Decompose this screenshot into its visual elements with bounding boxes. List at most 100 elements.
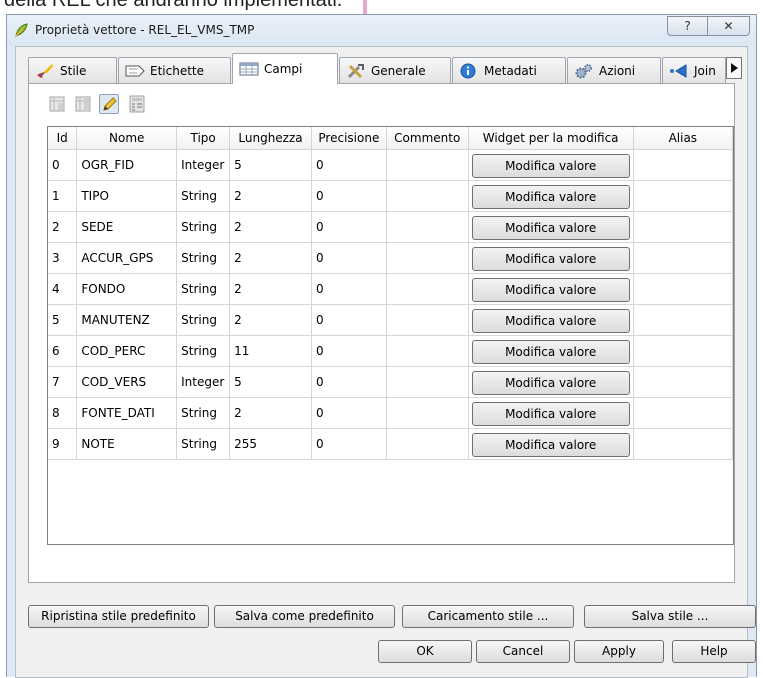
tab-metadati[interactable]: Metadati	[452, 57, 566, 83]
cell-lunghezza[interactable]: 2	[229, 180, 312, 212]
modifica-valore-button[interactable]: Modifica valore	[471, 308, 630, 333]
cell-nome[interactable]: NOTE	[76, 428, 178, 460]
column-header[interactable]: Id	[48, 127, 78, 150]
cell-nome[interactable]: OGR_FID	[76, 149, 178, 181]
table-row[interactable]: 0 OGR_FID Integer 5 0 Modifica valore	[48, 149, 733, 181]
cell-tipo[interactable]: Integer	[176, 149, 231, 181]
cell-nome[interactable]: TIPO	[76, 180, 178, 212]
cell-precisione[interactable]: 0	[311, 149, 387, 181]
apply-button[interactable]: Apply	[574, 640, 664, 663]
tab-campi[interactable]: Campi	[232, 53, 338, 84]
cell-precisione[interactable]: 0	[311, 397, 387, 429]
cell-tipo[interactable]: String	[176, 428, 231, 460]
table-row[interactable]: 3 ACCUR_GPS String 2 0 Modifica valore	[48, 242, 733, 274]
cell-lunghezza[interactable]: 2	[229, 304, 312, 336]
cell-alias[interactable]	[633, 149, 733, 181]
cell-id[interactable]: 4	[48, 273, 78, 305]
cell-lunghezza[interactable]: 2	[229, 242, 312, 274]
cell-nome[interactable]: SEDE	[76, 211, 178, 243]
cell-alias[interactable]	[633, 335, 733, 367]
cell-tipo[interactable]: String	[176, 180, 231, 212]
cell-tipo[interactable]: String	[176, 304, 231, 336]
column-header[interactable]: Tipo	[176, 127, 231, 150]
cell-id[interactable]: 7	[48, 366, 78, 398]
cell-lunghezza[interactable]: 2	[229, 397, 312, 429]
cell-precisione[interactable]: 0	[311, 242, 387, 274]
cell-id[interactable]: 9	[48, 428, 78, 460]
cell-commento[interactable]	[386, 335, 469, 367]
table-row[interactable]: 4 FONDO String 2 0 Modifica valore	[48, 273, 733, 305]
cell-tipo[interactable]: String	[176, 211, 231, 243]
cell-id[interactable]: 6	[48, 335, 78, 367]
modifica-valore-button[interactable]: Modifica valore	[471, 153, 630, 178]
help-window-button[interactable]: ?	[667, 16, 708, 36]
table-row[interactable]: 8 FONTE_DATI String 2 0 Modifica valore	[48, 397, 733, 429]
cell-tipo[interactable]: String	[176, 335, 231, 367]
cell-precisione[interactable]: 0	[311, 211, 387, 243]
cell-nome[interactable]: ACCUR_GPS	[76, 242, 178, 274]
column-header[interactable]: Nome	[76, 127, 178, 150]
cell-lunghezza[interactable]: 2	[229, 211, 312, 243]
column-header[interactable]: Commento	[386, 127, 469, 150]
modifica-valore-button[interactable]: Modifica valore	[471, 215, 630, 240]
cell-tipo[interactable]: String	[176, 242, 231, 274]
ok-button[interactable]: OK	[378, 640, 472, 663]
toggle-editing-button[interactable]	[99, 94, 119, 114]
save-style-button[interactable]: Salva stile ...	[584, 605, 756, 628]
cell-tipo[interactable]: Integer	[176, 366, 231, 398]
cell-id[interactable]: 5	[48, 304, 78, 336]
tab-generale[interactable]: Generale	[339, 57, 451, 83]
delete-column-button[interactable]	[73, 94, 93, 114]
table-row[interactable]: 7 COD_VERS Integer 5 0 Modifica valore	[48, 366, 733, 398]
tab-etichette[interactable]: Etichette	[118, 57, 231, 83]
cell-commento[interactable]	[386, 211, 469, 243]
title-bar[interactable]: Proprietà vettore - REL_EL_VMS_TMP ? ✕	[7, 15, 756, 45]
cell-lunghezza[interactable]: 5	[229, 366, 312, 398]
column-header[interactable]: Widget per la modifica	[468, 127, 634, 150]
save-as-default-button[interactable]: Salva come predefinito	[214, 605, 395, 628]
modifica-valore-button[interactable]: Modifica valore	[471, 339, 630, 364]
cell-nome[interactable]: FONDO	[76, 273, 178, 305]
cell-commento[interactable]	[386, 366, 469, 398]
cell-nome[interactable]: COD_VERS	[76, 366, 178, 398]
cell-id[interactable]: 8	[48, 397, 78, 429]
restore-default-style-button[interactable]: Ripristina stile predefinito	[28, 605, 209, 628]
load-style-button[interactable]: Caricamento stile ...	[402, 605, 574, 628]
cell-alias[interactable]	[633, 304, 733, 336]
field-calculator-button[interactable]	[127, 94, 147, 114]
column-header[interactable]: Lunghezza	[229, 127, 312, 150]
table-row[interactable]: 5 MANUTENZ String 2 0 Modifica valore	[48, 304, 733, 336]
cell-precisione[interactable]: 0	[311, 304, 387, 336]
cell-id[interactable]: 1	[48, 180, 78, 212]
cell-commento[interactable]	[386, 273, 469, 305]
cell-alias[interactable]	[633, 366, 733, 398]
cell-alias[interactable]	[633, 428, 733, 460]
table-row[interactable]: 1 TIPO String 2 0 Modifica valore	[48, 180, 733, 212]
table-row[interactable]: 6 COD_PERC String 11 0 Modifica valore	[48, 335, 733, 367]
cell-id[interactable]: 2	[48, 211, 78, 243]
tab-stile[interactable]: Stile	[28, 57, 117, 83]
modifica-valore-button[interactable]: Modifica valore	[471, 401, 630, 426]
cell-precisione[interactable]: 0	[311, 428, 387, 460]
modifica-valore-button[interactable]: Modifica valore	[471, 277, 630, 302]
cell-lunghezza[interactable]: 255	[229, 428, 312, 460]
cell-lunghezza[interactable]: 5	[229, 149, 312, 181]
cell-commento[interactable]	[386, 304, 469, 336]
cell-precisione[interactable]: 0	[311, 180, 387, 212]
cancel-button[interactable]: Cancel	[476, 640, 570, 663]
cell-id[interactable]: 3	[48, 242, 78, 274]
column-header[interactable]: Alias	[633, 127, 733, 150]
cell-alias[interactable]	[633, 397, 733, 429]
modifica-valore-button[interactable]: Modifica valore	[471, 432, 630, 457]
cell-commento[interactable]	[386, 180, 469, 212]
cell-lunghezza[interactable]: 2	[229, 273, 312, 305]
cell-commento[interactable]	[386, 149, 469, 181]
cell-nome[interactable]: FONTE_DATI	[76, 397, 178, 429]
help-button[interactable]: Help	[672, 640, 756, 663]
tab-scroll-right-button[interactable]	[726, 57, 742, 79]
cell-tipo[interactable]: String	[176, 397, 231, 429]
cell-id[interactable]: 0	[48, 149, 78, 181]
cell-nome[interactable]: MANUTENZ	[76, 304, 178, 336]
table-row[interactable]: 2 SEDE String 2 0 Modifica valore	[48, 211, 733, 243]
cell-nome[interactable]: COD_PERC	[76, 335, 178, 367]
